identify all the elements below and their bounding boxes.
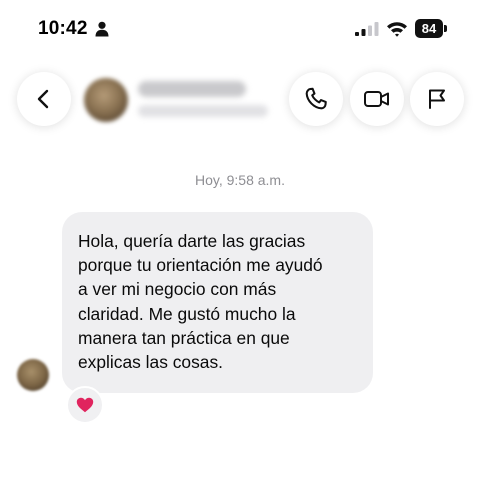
flag-icon: [429, 89, 445, 109]
video-call-button[interactable]: [350, 72, 404, 126]
battery-level: 84: [415, 19, 443, 38]
status-bar: 10:42 84: [0, 0, 480, 60]
call-button[interactable]: [289, 72, 343, 126]
message-line: a ver mi negocio con más: [78, 279, 277, 300]
conversation-header: [0, 68, 480, 132]
wifi-icon: [387, 22, 407, 37]
battery-tip: [444, 25, 447, 32]
message-timestamp: Hoy, 9:58 a.m.: [194, 172, 285, 188]
message-line: manera tan práctica en que: [78, 327, 290, 348]
back-icon: [37, 89, 49, 109]
signal-icon: [355, 22, 379, 36]
contact-avatar[interactable]: [84, 78, 128, 122]
back-button[interactable]: [17, 72, 71, 126]
message-line: porque tu orientación me ayudó: [78, 255, 323, 276]
report-flag-button[interactable]: [410, 72, 464, 126]
message-line: claridad. Me gustó mucho la: [78, 303, 296, 324]
status-time: 10:42: [38, 18, 88, 39]
battery-icon: 84: [415, 19, 447, 38]
sender-avatar[interactable]: [17, 359, 49, 391]
message-line: Hola, quería darte las gracias: [78, 231, 306, 251]
heart-reaction[interactable]: [66, 386, 104, 424]
phone-icon: [305, 87, 327, 110]
person-icon: [95, 21, 109, 37]
video-icon: [364, 91, 389, 107]
message-bubble[interactable]: Hola, quería darte las gracias porque tu…: [62, 212, 373, 393]
contact-name-blurred[interactable]: [138, 81, 246, 97]
message-line: explicas las cosas.: [78, 352, 223, 373]
heart-icon: [76, 397, 94, 413]
contact-subtitle-blurred: [138, 105, 268, 117]
